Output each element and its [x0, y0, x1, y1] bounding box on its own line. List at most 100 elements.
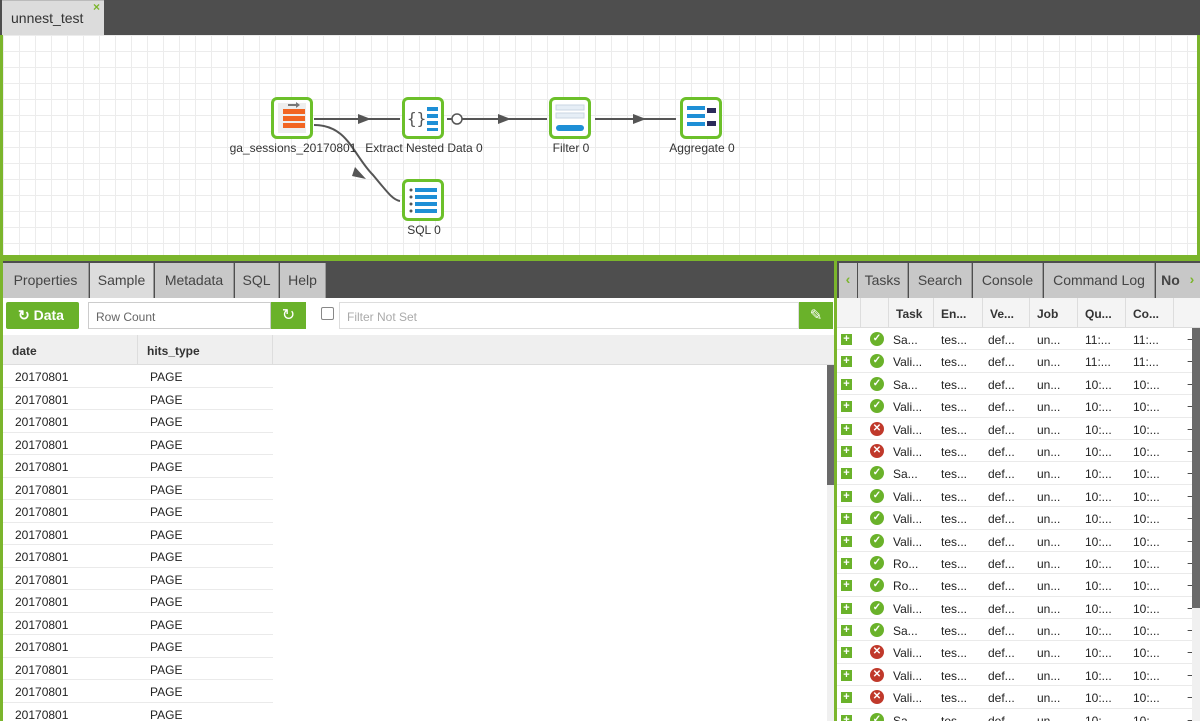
expand-icon[interactable]: + — [841, 334, 852, 345]
cell-job: un... — [1037, 534, 1061, 549]
tab-command-log[interactable]: Command Log — [1044, 263, 1155, 298]
edit-filter-button[interactable]: ✎ — [799, 302, 833, 329]
column-header-date[interactable]: date — [3, 335, 138, 365]
cell-qu: 11:... — [1085, 333, 1111, 347]
table-row[interactable]: 20170801 PAGE — [3, 680, 273, 703]
table-row[interactable]: 20170801 PAGE — [3, 365, 273, 388]
expand-icon[interactable]: + — [841, 535, 852, 547]
table-row[interactable]: 20170801 PAGE — [3, 500, 273, 523]
tasks-scrollbar-thumb[interactable] — [1192, 328, 1200, 608]
refresh-button[interactable]: ↻ — [271, 302, 306, 329]
expand-icon[interactable]: + — [841, 647, 852, 659]
table-row[interactable]: 20170801 PAGE — [3, 568, 273, 590]
tabs-scroll-left-icon[interactable]: ‹ — [839, 263, 857, 298]
tab-notifications[interactable]: No — [1156, 263, 1186, 298]
expand-icon[interactable]: + — [841, 557, 852, 569]
error-icon: ✕ — [870, 690, 884, 705]
tab-metadata[interactable]: Metadata — [155, 263, 234, 298]
task-row[interactable]: +✓Ro...tes...def...un...10:...10:...⇥ — [837, 552, 1200, 575]
table-row[interactable]: 20170801 PAGE — [3, 433, 273, 455]
task-row[interactable]: +✕Vali...tes...def...un...10:...10:...⇥ — [837, 440, 1200, 463]
expand-icon[interactable]: + — [841, 580, 852, 592]
table-row[interactable]: 20170801 PAGE — [3, 590, 273, 613]
tabs-scroll-right-icon[interactable]: › — [1183, 263, 1200, 298]
task-row[interactable]: +✓Vali...tes...def...un...10:...10:...⇥ — [837, 395, 1200, 418]
tab-sample[interactable]: Sample — [90, 263, 154, 298]
column-header-ve[interactable]: Ve... — [983, 298, 1030, 328]
expand-icon[interactable]: + — [841, 692, 852, 704]
tasks-scrollbar[interactable] — [1192, 328, 1200, 721]
filter-checkbox[interactable] — [321, 307, 334, 320]
cell-task: Sa... — [893, 333, 918, 347]
tab-console[interactable]: Console — [973, 263, 1043, 298]
row-count-select[interactable]: Row Count — [88, 302, 271, 329]
data-button[interactable]: ↻ Data — [6, 302, 79, 329]
task-row[interactable]: +✓Sa...tes...def...un...10:...10:...⇥ — [837, 709, 1200, 721]
expand-icon[interactable]: + — [841, 602, 852, 614]
task-row[interactable]: +✓Vali...tes...def...un...11:...11:...⇥ — [837, 350, 1200, 373]
expand-icon[interactable]: + — [841, 669, 852, 681]
close-icon[interactable]: × — [93, 0, 100, 14]
tab-tasks[interactable]: Tasks — [858, 263, 908, 298]
task-row[interactable]: +✓Ro...tes...def...un...10:...10:...⇥ — [837, 574, 1200, 597]
task-row[interactable]: +✓Sa...tes...def...un...10:...10:...⇥ — [837, 619, 1200, 642]
task-row[interactable]: +✓Vali...tes...def...un...10:...10:...⇥ — [837, 485, 1200, 508]
table-row[interactable]: 20170801 PAGE — [3, 545, 273, 568]
tasks-table-body: +✓Sa...tes...def...un...11:...11:...⇥+✓V… — [837, 328, 1200, 721]
table-row[interactable]: 20170801 PAGE — [3, 455, 273, 478]
task-row[interactable]: +✕Vali...tes...def...un...10:...10:...⇥ — [837, 686, 1200, 709]
task-row[interactable]: +✕Vali...tes...def...un...10:...10:...⇥ — [837, 641, 1200, 664]
expand-icon[interactable]: + — [841, 625, 852, 637]
tab-sql[interactable]: SQL — [235, 263, 279, 298]
table-row[interactable]: 20170801 PAGE — [3, 703, 273, 721]
node-source[interactable] — [271, 97, 313, 139]
tab-search[interactable]: Search — [909, 263, 972, 298]
table-row[interactable]: 20170801 PAGE — [3, 388, 273, 410]
expand-icon[interactable]: + — [841, 513, 852, 525]
table-row[interactable]: 20170801 PAGE — [3, 410, 273, 433]
expand-icon[interactable]: + — [841, 423, 852, 435]
expand-icon[interactable]: + — [841, 490, 852, 502]
column-header-hits-type[interactable]: hits_type — [138, 335, 273, 365]
pipeline-canvas[interactable]: ga_sessions_20170801 {} Extract Nested D… — [0, 35, 1200, 258]
task-row[interactable]: +✓Sa...tes...def...un...11:...11:...⇥ — [837, 328, 1200, 351]
expand-icon[interactable]: + — [841, 468, 852, 480]
filter-input[interactable]: Filter Not Set — [339, 302, 799, 329]
tab-unnest-test[interactable]: unnest_test × — [2, 0, 104, 35]
node-sql[interactable] — [402, 179, 444, 221]
task-row[interactable]: +✕Vali...tes...def...un...10:...10:...⇥ — [837, 418, 1200, 440]
column-header-co[interactable]: Co... — [1126, 298, 1174, 328]
column-header-job[interactable]: Job — [1030, 298, 1078, 328]
expand-icon[interactable]: + — [841, 714, 852, 721]
table-row[interactable]: 20170801 PAGE — [3, 523, 273, 545]
task-row[interactable]: +✕Vali...tes...def...un...10:...10:...⇥ — [837, 664, 1200, 687]
cell-qu: 10:... — [1085, 400, 1112, 415]
tab-properties[interactable]: Properties — [3, 263, 89, 298]
cell-hits-type: PAGE — [150, 527, 183, 542]
column-header-qu[interactable]: Qu... — [1078, 298, 1126, 328]
task-row[interactable]: +✓Sa...tes...def...un...10:...10:...⇥ — [837, 462, 1200, 485]
node-filter[interactable] — [549, 97, 591, 139]
table-row[interactable]: 20170801 PAGE — [3, 613, 273, 635]
cell-en: tes... — [941, 668, 968, 683]
task-row[interactable]: +✓Vali...tes...def...un...10:...10:...⇥ — [837, 507, 1200, 530]
task-row[interactable]: +✓Vali...tes...def...un...10:...10:...⇥ — [837, 530, 1200, 552]
cell-job: un... — [1037, 646, 1061, 661]
node-extract[interactable]: {} — [402, 97, 444, 139]
column-header-task[interactable]: Task — [889, 298, 934, 328]
node-aggregate[interactable] — [680, 97, 722, 139]
cell-en: tes... — [941, 489, 968, 504]
table-row[interactable]: 20170801 PAGE — [3, 478, 273, 500]
expand-icon[interactable]: + — [841, 356, 852, 368]
cell-job: un... — [1037, 691, 1061, 706]
column-header-en[interactable]: En... — [934, 298, 983, 328]
expand-icon[interactable]: + — [841, 401, 852, 413]
expand-icon[interactable]: + — [841, 445, 852, 457]
expand-icon[interactable]: + — [841, 378, 852, 390]
tab-help[interactable]: Help — [280, 263, 326, 298]
task-row[interactable]: +✓Sa...tes...def...un...10:...10:...⇥ — [837, 373, 1200, 396]
table-row[interactable]: 20170801 PAGE — [3, 658, 273, 680]
cell-task: Ro... — [893, 556, 919, 571]
table-row[interactable]: 20170801 PAGE — [3, 635, 273, 658]
task-row[interactable]: +✓Vali...tes...def...un...10:...10:...⇥ — [837, 597, 1200, 620]
